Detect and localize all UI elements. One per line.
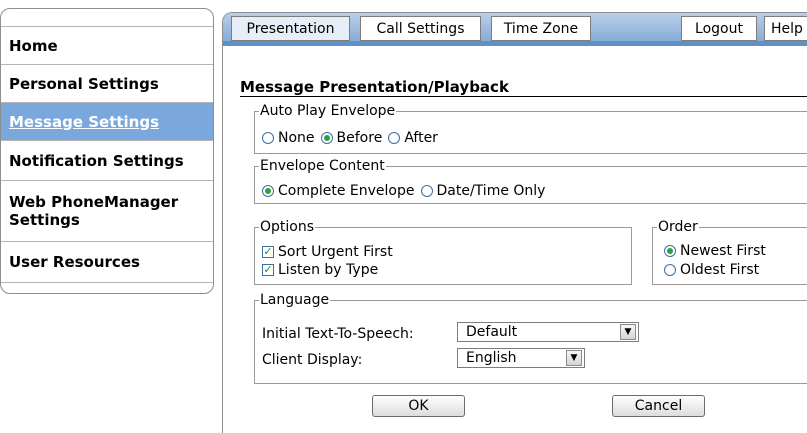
order-legend: Order xyxy=(658,219,698,235)
tts-label: Initial Text-To-Speech: xyxy=(262,326,414,342)
radio-before-label: Before xyxy=(336,130,383,146)
radio-newest-first-label: Newest First xyxy=(680,243,766,259)
radio-newest-first[interactable] xyxy=(664,245,676,257)
option-listen-by-type: ✓ Listen by Type xyxy=(262,262,378,278)
sidebar-nav: Home Personal Settings Message Settings … xyxy=(0,8,214,294)
order-newest: Newest First xyxy=(664,243,766,259)
radio-complete-envelope[interactable] xyxy=(262,185,274,197)
sidebar-item-label: Home xyxy=(9,36,58,55)
sidebar-item-label: Message Settings xyxy=(9,112,160,131)
client-display-select[interactable]: English ▼ xyxy=(457,348,585,368)
cancel-button[interactable]: Cancel xyxy=(612,395,705,417)
tts-select-value: Default xyxy=(466,324,518,340)
ok-button[interactable]: OK xyxy=(372,395,465,417)
radio-oldest-first[interactable] xyxy=(664,264,676,276)
chevron-down-icon: ▼ xyxy=(566,350,582,366)
sidebar-item-label: Web PhoneManager Settings xyxy=(9,193,179,229)
sidebar-item-label: Notification Settings xyxy=(9,151,184,170)
sidebar-item-user-resources[interactable]: User Resources xyxy=(1,241,213,283)
client-display-label: Client Display: xyxy=(262,352,363,368)
sidebar-item-notification-settings[interactable]: Notification Settings xyxy=(1,140,213,180)
radio-date-time-only-label: Date/Time Only xyxy=(436,183,546,199)
sidebar-item-label: User Resources xyxy=(9,253,140,271)
option-sort-urgent: ✓ Sort Urgent First xyxy=(262,244,393,260)
envelope-content-legend: Envelope Content xyxy=(260,158,385,174)
checkbox-sort-urgent[interactable]: ✓ xyxy=(262,246,274,258)
radio-before[interactable] xyxy=(320,132,333,144)
client-display-select-value: English xyxy=(466,350,517,366)
sidebar-item-message-settings[interactable]: Message Settings xyxy=(1,102,213,140)
auto-play-options: None Before After xyxy=(262,130,438,146)
sidebar-item-label: Personal Settings xyxy=(9,74,159,93)
tab-time-zone[interactable]: Time Zone xyxy=(491,16,591,41)
radio-none-label: None xyxy=(278,130,315,146)
checkbox-sort-urgent-label: Sort Urgent First xyxy=(278,244,393,260)
chevron-down-icon: ▼ xyxy=(620,324,636,340)
checkbox-listen-by-type[interactable]: ✓ xyxy=(262,264,274,276)
order-oldest: Oldest First xyxy=(664,262,759,278)
auto-play-group: Auto Play Envelope xyxy=(254,103,807,154)
page-title: Message Presentation/Playback xyxy=(240,78,509,96)
options-legend: Options xyxy=(260,219,315,235)
radio-oldest-first-label: Oldest First xyxy=(680,262,760,278)
radio-none[interactable] xyxy=(262,132,274,144)
logout-button[interactable]: Logout xyxy=(681,16,757,41)
tab-call-settings[interactable]: Call Settings xyxy=(360,16,481,41)
radio-after[interactable] xyxy=(388,132,401,144)
tab-presentation[interactable]: Presentation xyxy=(231,16,350,41)
tts-select[interactable]: Default ▼ xyxy=(457,322,639,342)
radio-date-time-only[interactable] xyxy=(420,185,433,197)
sidebar-item-home[interactable]: Home xyxy=(1,26,213,64)
sidebar-item-personal-settings[interactable]: Personal Settings xyxy=(1,64,213,102)
sidebar-item-web-phonemanager-settings[interactable]: Web PhoneManager Settings xyxy=(1,180,213,241)
help-button[interactable]: Help xyxy=(764,16,807,41)
checkbox-listen-by-type-label: Listen by Type xyxy=(278,262,379,278)
title-divider xyxy=(240,96,807,97)
envelope-content-options: Complete Envelope Date/Time Only xyxy=(262,183,545,199)
language-legend: Language xyxy=(260,292,330,308)
sidebar-cap xyxy=(1,9,213,26)
radio-complete-envelope-label: Complete Envelope xyxy=(278,183,415,199)
radio-after-label: After xyxy=(404,130,438,146)
auto-play-legend: Auto Play Envelope xyxy=(260,103,396,119)
